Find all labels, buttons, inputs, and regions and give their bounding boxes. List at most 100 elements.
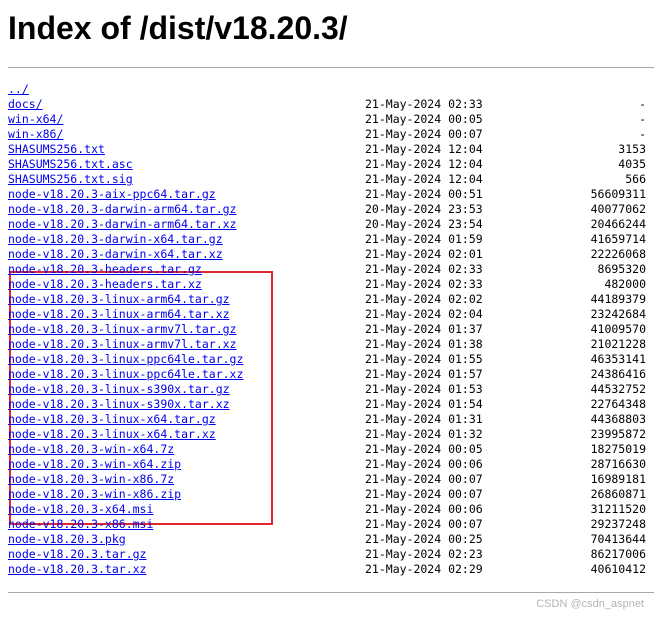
list-item: node-v18.20.3-win-x86.zip 21-May-2024 00:… (8, 487, 646, 502)
list-item: node-v18.20.3-linux-s390x.tar.xz 21-May-2… (8, 397, 646, 412)
list-item: node-v18.20.3-linux-ppc64le.tar.xz 21-May… (8, 367, 646, 382)
list-item: node-v18.20.3-linux-armv7l.tar.gz 21-May-… (8, 322, 646, 337)
list-item: SHASUMS256.txt.sig 21-May-2024 12:04 566 (8, 172, 646, 187)
file-link[interactable]: node-v18.20.3-linux-s390x.tar.gz (8, 382, 230, 396)
file-link[interactable]: node-v18.20.3-win-x86.zip (8, 487, 181, 501)
modified-date: 21-May-2024 02:04 (365, 307, 483, 321)
watermark: CSDN @csdn_aspnet (536, 598, 644, 610)
file-link[interactable]: node-v18.20.3-headers.tar.gz (8, 262, 202, 276)
file-size: 4035 (618, 157, 646, 171)
file-size: 31211520 (590, 502, 646, 516)
file-link[interactable]: node-v18.20.3-linux-arm64.tar.xz (8, 307, 230, 321)
modified-date: 20-May-2024 23:53 (365, 202, 483, 216)
file-listing: ../docs/21-May-2024 02:33- win-x64/21-May… (8, 82, 646, 577)
list-item: SHASUMS256.txt 21-May-2024 12:04 3153 (8, 142, 646, 157)
file-size: 46353141 (590, 352, 646, 366)
file-size: 40077062 (590, 202, 646, 216)
file-size: 86217006 (590, 547, 646, 561)
file-link[interactable]: node-v18.20.3-linux-ppc64le.tar.xz (8, 367, 243, 381)
file-link[interactable]: node-v18.20.3-darwin-x64.tar.gz (8, 232, 223, 246)
modified-date: 21-May-2024 01:55 (365, 352, 483, 366)
file-link[interactable]: node-v18.20.3.pkg (8, 532, 126, 546)
file-link[interactable]: node-v18.20.3-linux-armv7l.tar.gz (8, 322, 236, 336)
file-size: 16989181 (590, 472, 646, 486)
list-item: ../ (8, 82, 646, 97)
file-link[interactable]: node-v18.20.3-darwin-arm64.tar.xz (8, 217, 236, 231)
modified-date: 21-May-2024 00:51 (365, 187, 483, 201)
list-item: node-v18.20.3-win-x86.7z 21-May-2024 00:0… (8, 472, 646, 487)
file-link[interactable]: node-v18.20.3-linux-armv7l.tar.xz (8, 337, 236, 351)
list-item: node-v18.20.3-aix-ppc64.tar.gz 21-May-202… (8, 187, 646, 202)
list-item: node-v18.20.3-darwin-x64.tar.xz 21-May-20… (8, 247, 646, 262)
modified-date: 21-May-2024 02:33 (365, 97, 483, 111)
modified-date: 21-May-2024 00:07 (365, 127, 483, 141)
file-link[interactable]: node-v18.20.3.tar.gz (8, 547, 146, 561)
file-link[interactable]: docs/ (8, 97, 43, 111)
file-size: 44189379 (590, 292, 646, 306)
file-link[interactable]: win-x64/ (8, 112, 63, 126)
parent-directory-link[interactable]: ../ (8, 82, 29, 96)
modified-date: 21-May-2024 01:31 (365, 412, 483, 426)
file-link[interactable]: node-v18.20.3-win-x64.zip (8, 457, 181, 471)
file-link[interactable]: node-v18.20.3.tar.xz (8, 562, 146, 576)
list-item: SHASUMS256.txt.asc 21-May-2024 12:04 4035 (8, 157, 646, 172)
modified-date: 21-May-2024 00:07 (365, 487, 483, 501)
file-size: 26860871 (590, 487, 646, 501)
file-size: 41659714 (590, 232, 646, 246)
top-divider (8, 67, 654, 68)
file-link[interactable]: node-v18.20.3-linux-x64.tar.gz (8, 412, 216, 426)
modified-date: 21-May-2024 00:07 (365, 517, 483, 531)
list-item: node-v18.20.3-linux-x64.tar.gz 21-May-202… (8, 412, 646, 427)
file-size: - (639, 112, 646, 126)
list-item: node-v18.20.3-headers.tar.gz 21-May-2024 … (8, 262, 646, 277)
file-link[interactable]: node-v18.20.3-x86.msi (8, 517, 153, 531)
file-link[interactable]: node-v18.20.3-linux-s390x.tar.xz (8, 397, 230, 411)
file-size: 18275019 (590, 442, 646, 456)
modified-date: 20-May-2024 23:54 (365, 217, 483, 231)
file-link[interactable]: node-v18.20.3-linux-x64.tar.xz (8, 427, 216, 441)
list-item: docs/21-May-2024 02:33 - (8, 97, 646, 112)
file-link[interactable]: node-v18.20.3-linux-ppc64le.tar.gz (8, 352, 243, 366)
file-size: 24386416 (590, 367, 646, 381)
list-item: node-v18.20.3-headers.tar.xz 21-May-2024 … (8, 277, 646, 292)
file-link[interactable]: node-v18.20.3-aix-ppc64.tar.gz (8, 187, 216, 201)
modified-date: 21-May-2024 01:32 (365, 427, 483, 441)
file-link[interactable]: SHASUMS256.txt (8, 142, 105, 156)
modified-date: 21-May-2024 02:23 (365, 547, 483, 561)
file-link[interactable]: node-v18.20.3-darwin-arm64.tar.gz (8, 202, 236, 216)
modified-date: 21-May-2024 12:04 (365, 142, 483, 156)
file-link[interactable]: node-v18.20.3-win-x86.7z (8, 472, 174, 486)
list-item: node-v18.20.3-linux-ppc64le.tar.gz 21-May… (8, 352, 646, 367)
bottom-divider (8, 592, 654, 593)
file-size: 40610412 (590, 562, 646, 576)
file-link[interactable]: node-v18.20.3-x64.msi (8, 502, 153, 516)
file-link[interactable]: SHASUMS256.txt.sig (8, 172, 133, 186)
modified-date: 21-May-2024 01:54 (365, 397, 483, 411)
modified-date: 21-May-2024 02:01 (365, 247, 483, 261)
modified-date: 21-May-2024 00:05 (365, 442, 483, 456)
file-size: 44368803 (590, 412, 646, 426)
modified-date: 21-May-2024 02:33 (365, 277, 483, 291)
file-link[interactable]: win-x86/ (8, 127, 63, 141)
list-item: node-v18.20.3-linux-arm64.tar.gz 21-May-2… (8, 292, 646, 307)
file-size: 3153 (618, 142, 646, 156)
list-item: node-v18.20.3-linux-arm64.tar.xz 21-May-2… (8, 307, 646, 322)
file-size: 29237248 (590, 517, 646, 531)
file-link[interactable]: node-v18.20.3-win-x64.7z (8, 442, 174, 456)
file-link[interactable]: SHASUMS256.txt.asc (8, 157, 133, 171)
file-link[interactable]: node-v18.20.3-darwin-x64.tar.xz (8, 247, 223, 261)
modified-date: 21-May-2024 00:06 (365, 457, 483, 471)
file-link[interactable]: node-v18.20.3-headers.tar.xz (8, 277, 202, 291)
list-item: node-v18.20.3-x64.msi 21-May-2024 00:06 31… (8, 502, 646, 517)
file-size: 28716630 (590, 457, 646, 471)
list-item: win-x64/21-May-2024 00:05 - (8, 112, 646, 127)
modified-date: 21-May-2024 01:38 (365, 337, 483, 351)
file-size: 8695320 (597, 262, 646, 276)
list-item: node-v18.20.3-linux-s390x.tar.gz 21-May-2… (8, 382, 646, 397)
file-link[interactable]: node-v18.20.3-linux-arm64.tar.gz (8, 292, 230, 306)
modified-date: 21-May-2024 00:06 (365, 502, 483, 516)
file-size: - (639, 127, 646, 141)
list-item: node-v18.20.3-darwin-x64.tar.gz 21-May-20… (8, 232, 646, 247)
list-item: node-v18.20.3-win-x64.7z 21-May-2024 00:0… (8, 442, 646, 457)
list-item: node-v18.20.3-win-x64.zip 21-May-2024 00:… (8, 457, 646, 472)
